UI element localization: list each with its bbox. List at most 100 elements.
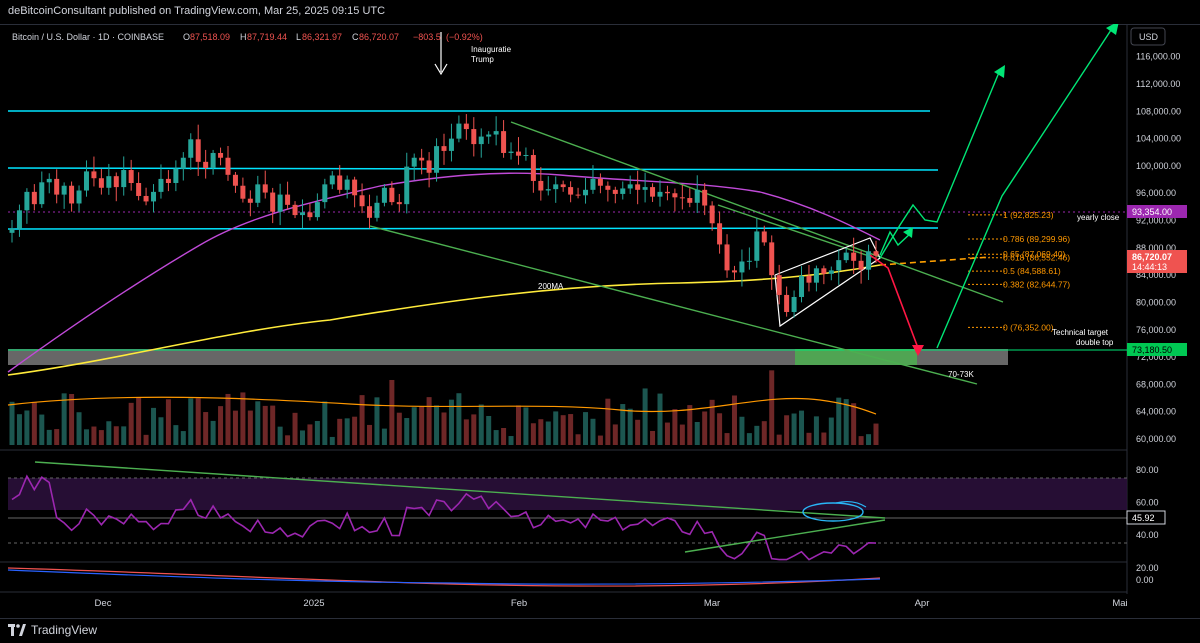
candle-body [702, 189, 708, 206]
price-tick-label: 96,000.00 [1136, 188, 1176, 198]
candle-body [776, 275, 782, 295]
candle-body [583, 189, 589, 196]
time-tick-label: 2025 [303, 598, 324, 609]
volume-bar [784, 415, 790, 445]
candle-body [858, 260, 864, 270]
tradingview-logo[interactable]: TradingView [8, 623, 97, 637]
candle-body [560, 184, 566, 188]
candle-body [411, 157, 417, 167]
volume-bar [16, 414, 22, 445]
volume-bar [195, 398, 201, 445]
volume-bar [143, 434, 149, 445]
time-axis[interactable]: Dec 2025 Feb Mar Apr Mai [95, 598, 1128, 609]
price-tick-label: 116,000.00 [1136, 52, 1180, 62]
volume-bar [486, 415, 492, 445]
volume-bar [627, 408, 633, 445]
volume-bar [337, 418, 343, 445]
candle-body [530, 155, 536, 181]
candle-body [188, 139, 194, 158]
candle-body [746, 260, 752, 262]
rsi-axis: 80.00 60.00 40.00 20.00 0.00 [1136, 465, 1159, 585]
candle-body [687, 198, 693, 203]
badge-73k-text: 73,180.50 [1132, 345, 1172, 355]
candle-body [359, 195, 365, 207]
candle-body [426, 160, 432, 173]
candle-body [255, 184, 261, 203]
legend-change-pct: (−0.92%) [446, 32, 483, 42]
ma50-line [7, 172, 881, 373]
candle-body [553, 184, 559, 190]
volume-bar [106, 421, 112, 445]
candle-body [270, 192, 276, 212]
volume-bar [277, 426, 283, 445]
volume-bar [538, 419, 544, 445]
candle-body [508, 151, 514, 153]
candle-body [828, 270, 834, 274]
candle-body [724, 244, 730, 271]
candle-body [151, 191, 157, 202]
candle-body [813, 268, 819, 283]
candle-body [203, 161, 209, 168]
candle-body [873, 251, 879, 256]
candle-body [493, 131, 499, 135]
fib-level-label: 0.618 (86,552.46) [1003, 253, 1070, 263]
candle-body [419, 157, 425, 161]
candle-body [597, 178, 603, 186]
volume-bar [560, 415, 566, 445]
badge-yearly-close-text: 93,354.00 [1132, 207, 1172, 217]
candle-body [352, 179, 358, 196]
fib-retracement: 1 (92,825.23)0.786 (89,299.96)0.65 (87,0… [968, 210, 1070, 332]
volume-bar [456, 393, 462, 445]
volume-bar [9, 401, 15, 445]
volume-bar [769, 370, 775, 445]
candle-body [232, 174, 238, 186]
price-axis[interactable]: 116,000.00 112,000.00 108,000.00 104,000.00… [1136, 52, 1181, 444]
volume-bar [821, 432, 827, 445]
volume-bar [515, 405, 521, 445]
volume-bar [158, 417, 164, 445]
fib-level-label: 0 (76,352.00) [1003, 322, 1054, 332]
legend-c-value: 86,720.07 [359, 32, 399, 42]
candle-body [575, 194, 581, 196]
candle-body [61, 185, 67, 195]
volume-bar [463, 419, 469, 445]
volume-bar [657, 393, 663, 445]
annotation-yearly-close: yearly close [1077, 213, 1120, 222]
candle-body [523, 155, 529, 157]
volume-bar [694, 421, 700, 445]
candle-body [515, 151, 521, 156]
volume-bar [91, 426, 97, 445]
volume-bar [523, 407, 529, 445]
price-tick-label: 100,000.00 [1136, 161, 1181, 171]
volume-bar [664, 422, 670, 445]
volume-bar [262, 405, 268, 445]
candle-body [225, 157, 231, 175]
volume-bar [575, 434, 581, 445]
candle-body [173, 168, 179, 183]
candle-body [121, 170, 127, 188]
candle-body [113, 176, 119, 188]
volume-bar [858, 436, 864, 445]
candle-body [322, 184, 328, 203]
candle-body [821, 268, 827, 274]
candle-body [31, 191, 37, 205]
volume-bar [590, 418, 596, 445]
currency-label: USD [1139, 32, 1159, 42]
annotation-zone: 70-73K [948, 370, 974, 379]
volume-bar [173, 425, 179, 445]
publisher-line: deBitcoinConsultant published on Trading… [8, 5, 386, 17]
chart-area[interactable]: 1 (92,825.23) 0.786 (89,299.96) 0.65 (87,0… [0, 21, 1200, 618]
candle-body [866, 251, 872, 270]
candle-body [799, 275, 805, 297]
candle-body [210, 152, 216, 168]
volume-bar [389, 379, 395, 445]
volume-bar [717, 413, 723, 445]
price-chart[interactable]: 1 (92,825.23)0.786 (89,299.96)0.65 (87,0… [0, 21, 1200, 618]
rsi-tick-label: 60.00 [1136, 498, 1159, 508]
bull-arrowhead-long [1106, 21, 1119, 35]
candle-body [486, 134, 492, 137]
volume-bar [545, 421, 551, 445]
annotation-double-top: double top [1076, 338, 1114, 347]
price-tick-label: 104,000.00 [1136, 134, 1181, 144]
volume-bar [344, 418, 350, 445]
